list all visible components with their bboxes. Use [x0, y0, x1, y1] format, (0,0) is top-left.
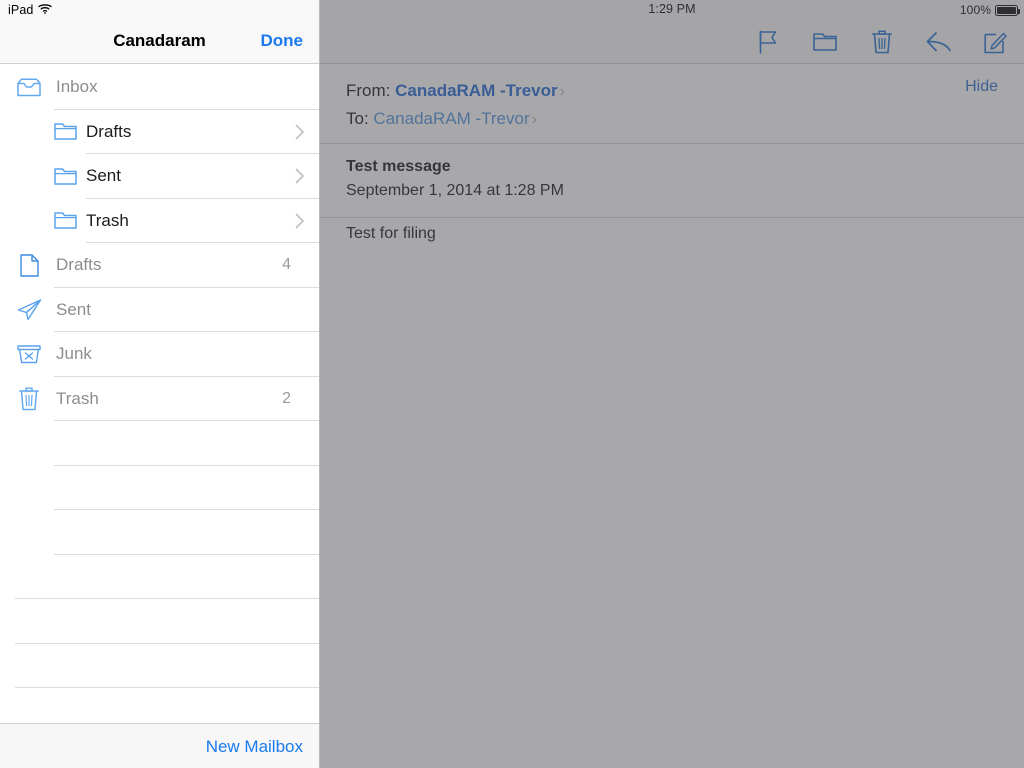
mailbox-label: Sent — [86, 166, 121, 186]
folder-icon[interactable] — [809, 26, 841, 58]
chevron-right-icon: › — [559, 83, 565, 100]
trash-icon[interactable] — [866, 26, 898, 58]
mailbox-row-junk[interactable]: Junk — [0, 332, 319, 377]
from-sender-button[interactable]: CanadaRAM -Trevor — [395, 81, 557, 100]
paper-plane-icon — [14, 299, 44, 321]
battery-indicator: 100% — [959, 3, 1020, 17]
compose-icon[interactable] — [980, 26, 1012, 58]
list-item — [0, 644, 319, 688]
mailbox-row-sent-folder[interactable]: Sent — [0, 154, 319, 199]
message-addresses: From: CanadaRAM -Trevor › To: CanadaRAM -… — [320, 65, 1024, 144]
mailbox-label: Drafts — [86, 121, 132, 141]
inbox-tray-icon — [14, 78, 44, 97]
mailbox-label: Trash — [86, 210, 129, 230]
message-header: From: CanadaRAM -Trevor › To: CanadaRAM -… — [320, 65, 1024, 218]
to-recipient-button[interactable]: CanadaRAM -Trevor — [373, 109, 529, 128]
mailbox-row-drafts[interactable]: Drafts 4 — [0, 243, 319, 288]
mailbox-label: Trash — [56, 388, 99, 408]
mailbox-label: Sent — [56, 299, 91, 319]
mailbox-row-sent[interactable]: Sent — [0, 288, 319, 332]
list-item — [0, 599, 319, 644]
mailbox-label: Drafts — [56, 255, 102, 275]
chevron-right-icon — [295, 168, 305, 184]
battery-percent-label: 100% — [959, 3, 991, 17]
mailbox-label: Junk — [56, 344, 92, 364]
junk-box-icon — [14, 344, 44, 364]
mailbox-row-trash-folder[interactable]: Trash — [0, 199, 319, 243]
mailbox-list: Inbox Drafts Sent Trash Drafts 4 Sent Ju… — [0, 65, 319, 723]
sidebar-navigation-bar: Canadaram Done — [0, 20, 319, 64]
message-date: September 1, 2014 at 1:28 PM — [346, 182, 564, 199]
mailboxes-sidebar: iPad Canadaram Done Inbox Drafts Sent Tr… — [0, 0, 320, 768]
mailbox-row-trash[interactable]: Trash 2 — [0, 377, 319, 421]
list-item — [0, 510, 319, 555]
list-item — [0, 555, 319, 599]
list-item — [0, 466, 319, 510]
to-label: To: — [346, 109, 369, 128]
new-mailbox-button[interactable]: New Mailbox — [206, 737, 303, 757]
chevron-right-icon: › — [531, 111, 537, 128]
wifi-icon — [38, 1, 53, 19]
battery-full-icon — [995, 4, 1020, 16]
message-action-toolbar — [752, 20, 1012, 64]
mailbox-label: Inbox — [56, 77, 98, 97]
list-item — [0, 421, 319, 466]
sidebar-bottom-toolbar: New Mailbox — [0, 723, 319, 768]
hide-details-button[interactable]: Hide — [965, 78, 998, 96]
mailbox-row-inbox[interactable]: Inbox — [0, 65, 319, 110]
device-name-label: iPad — [8, 3, 34, 17]
chevron-right-icon — [295, 124, 305, 140]
message-subject-block: Test message September 1, 2014 at 1:28 P… — [320, 144, 1024, 218]
done-button[interactable]: Done — [261, 31, 304, 51]
flag-icon[interactable] — [752, 26, 784, 58]
from-label: From: — [346, 81, 391, 100]
from-line: From: CanadaRAM -Trevor › — [346, 77, 998, 105]
detail-status-bar: 1:29 PM 100% — [320, 0, 1024, 20]
folder-icon — [52, 167, 78, 186]
mailbox-row-drafts-folder[interactable]: Drafts — [0, 110, 319, 154]
mailbox-count: 4 — [282, 256, 291, 274]
message-detail-pane: 1:29 PM 100% From: CanadaRAM -Trevor › T… — [320, 0, 1024, 768]
mailbox-count: 2 — [282, 389, 291, 407]
reply-icon[interactable] — [923, 26, 955, 58]
trash-can-icon — [14, 387, 44, 411]
chevron-right-icon — [295, 213, 305, 229]
folder-icon — [52, 122, 78, 141]
document-icon — [14, 254, 44, 277]
list-item — [0, 688, 319, 723]
status-bar-clock: 1:29 PM — [648, 2, 696, 16]
message-body: Test for filing — [346, 225, 436, 242]
folder-icon — [52, 211, 78, 230]
detail-navigation-bar — [320, 20, 1024, 64]
sidebar-status-bar: iPad — [0, 0, 319, 20]
message-subject: Test message — [346, 158, 451, 175]
ipad-mail-screen: 1:29 PM 100% From: CanadaRAM -Trevor › T… — [0, 0, 1024, 768]
to-line: To: CanadaRAM -Trevor › — [346, 105, 998, 133]
